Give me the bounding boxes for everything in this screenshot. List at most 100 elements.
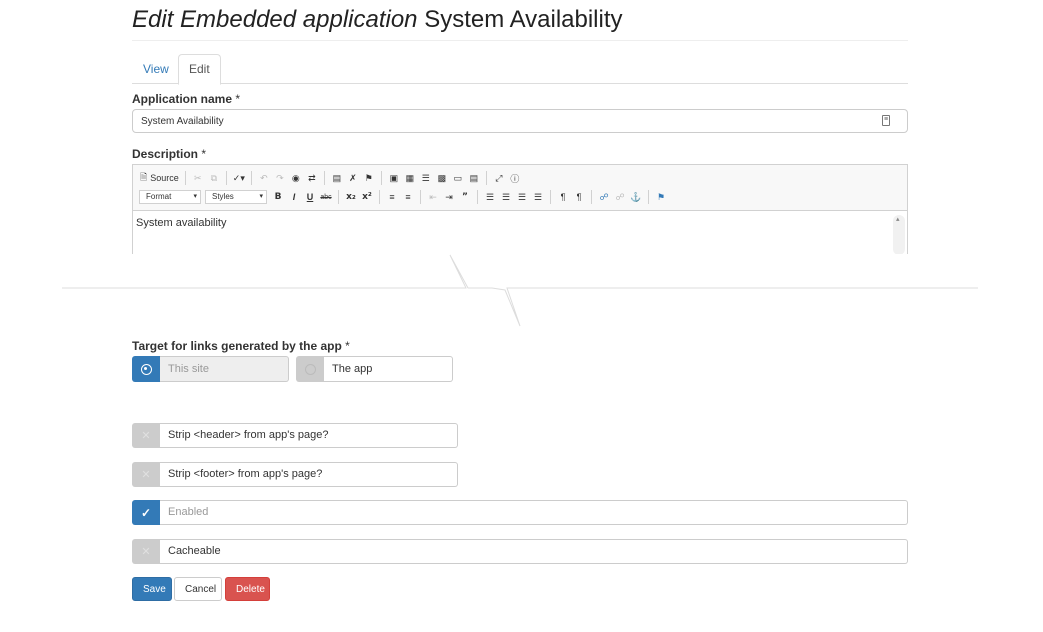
editor-scrollbar[interactable]: [893, 215, 905, 254]
superscript-icon[interactable]: x²: [360, 189, 374, 205]
toolbar-separator: [380, 171, 382, 185]
toolbar-separator: [338, 190, 339, 204]
blockquote-icon[interactable]: ”: [458, 189, 472, 205]
anchor-icon[interactable]: ⚓: [629, 189, 643, 205]
editor-content[interactable]: System availability: [133, 212, 907, 254]
app-name-label: Application name *: [132, 92, 240, 106]
about-icon[interactable]: ⓘ: [508, 170, 522, 186]
tab-view[interactable]: View: [132, 54, 180, 85]
unchecked-x-icon: ✕: [141, 469, 151, 481]
unlink-icon[interactable]: ☍: [613, 189, 627, 205]
remove-format-icon[interactable]: ✗: [346, 170, 360, 186]
source-icon: 🗎: [140, 172, 148, 182]
toolbar-row-1: 🗎 Source ✂ ⧉ ✓▾ ↶ ↷ ◉ ⇄ ▤ ✗ ⚑ ▣ ▦ ☰ ▩ ▭ …: [139, 170, 522, 186]
page-title-action: Edit Embedded application: [132, 6, 418, 33]
toolbar-separator: [591, 190, 592, 204]
copy-icon[interactable]: ⧉: [207, 170, 221, 186]
app-name-input[interactable]: [132, 109, 908, 133]
link-target-label-text: Target for links generated by the app: [132, 339, 342, 353]
checkbox-enabled[interactable]: ✓ Enabled: [132, 500, 908, 525]
cancel-button[interactable]: Cancel: [174, 577, 222, 601]
app-name-label-text: Application name: [132, 92, 233, 106]
checkbox-label: Enabled: [160, 500, 908, 525]
radio-label: The app: [324, 356, 453, 382]
radio-button[interactable]: [296, 356, 324, 382]
replace-icon[interactable]: ⇄: [305, 170, 319, 186]
source-button[interactable]: 🗎 Source: [139, 170, 180, 186]
bold-icon[interactable]: B: [271, 189, 285, 205]
toolbar-separator: [648, 190, 649, 204]
required-marker: *: [345, 339, 350, 353]
checkbox[interactable]: ✓: [132, 500, 160, 525]
anchor-flag-icon[interactable]: ⚑: [362, 170, 376, 186]
toolbar-separator: [550, 190, 551, 204]
toolbar-separator: [485, 171, 487, 185]
toolbar-separator: [225, 171, 227, 185]
unchecked-x-icon: ✕: [141, 430, 151, 442]
strikethrough-icon[interactable]: abc: [319, 189, 333, 205]
toolbar-separator: [477, 190, 478, 204]
link-target-label: Target for links generated by the app *: [132, 339, 350, 353]
toolbar-separator: [323, 171, 325, 185]
checkbox[interactable]: ✕: [132, 539, 160, 564]
autofill-icon: ≡: [882, 115, 890, 126]
link-icon[interactable]: ☍: [597, 189, 611, 205]
special-char-icon[interactable]: ▩: [435, 170, 449, 186]
tab-edit[interactable]: Edit: [178, 54, 221, 85]
rich-text-editor: 🗎 Source ✂ ⧉ ✓▾ ↶ ↷ ◉ ⇄ ▤ ✗ ⚑ ▣ ▦ ☰ ▩ ▭ …: [132, 164, 908, 254]
outdent-icon[interactable]: ⇤: [426, 189, 440, 205]
toolbar-separator: [184, 171, 186, 185]
toolbar-separator: [250, 171, 252, 185]
radio-selected-icon: [140, 363, 152, 375]
underline-icon[interactable]: U: [303, 189, 317, 205]
checkbox[interactable]: ✕: [132, 423, 160, 448]
checkbox-strip-header[interactable]: ✕ Strip <header> from app's page?: [132, 423, 458, 448]
numbered-list-icon[interactable]: ≡: [385, 189, 399, 205]
format-dropdown[interactable]: Format: [139, 190, 201, 204]
image-icon[interactable]: ▣: [387, 170, 401, 186]
checkbox[interactable]: ✕: [132, 462, 160, 487]
maximize-icon[interactable]: ⤢: [492, 170, 506, 186]
align-right-icon[interactable]: ☰: [515, 189, 529, 205]
flag-icon[interactable]: ⚑: [654, 189, 668, 205]
cut-icon[interactable]: ✂: [191, 170, 205, 186]
spellcheck-icon[interactable]: ✓▾: [232, 170, 246, 186]
iframe-icon[interactable]: ▭: [451, 170, 465, 186]
page-break-icon[interactable]: ▤: [467, 170, 481, 186]
tab-bar: View Edit: [132, 54, 908, 85]
source-button-label: Source: [150, 173, 179, 183]
description-label: Description *: [132, 147, 206, 161]
radio-this-site[interactable]: This site: [132, 356, 289, 382]
table-icon[interactable]: ▦: [403, 170, 417, 186]
subscript-icon[interactable]: x₂: [344, 189, 358, 205]
screenshot-cut-divider: [62, 254, 978, 327]
editor-toolbar: 🗎 Source ✂ ⧉ ✓▾ ↶ ↷ ◉ ⇄ ▤ ✗ ⚑ ▣ ▦ ☰ ▩ ▭ …: [133, 165, 907, 211]
undo-icon[interactable]: ↶: [257, 170, 271, 186]
checkbox-strip-footer[interactable]: ✕ Strip <footer> from app's page?: [132, 462, 458, 487]
required-marker: *: [235, 92, 241, 106]
ltr-icon[interactable]: ¶: [556, 189, 570, 205]
italic-icon[interactable]: I: [287, 189, 301, 205]
redo-icon[interactable]: ↷: [273, 170, 287, 186]
align-justify-icon[interactable]: ☰: [531, 189, 545, 205]
find-icon[interactable]: ◉: [289, 170, 303, 186]
horizontal-rule-icon[interactable]: ☰: [419, 170, 433, 186]
radio-the-app[interactable]: The app: [296, 356, 453, 382]
align-center-icon[interactable]: ☰: [499, 189, 513, 205]
bulleted-list-icon[interactable]: ≡: [401, 189, 415, 205]
rtl-icon[interactable]: ¶: [572, 189, 586, 205]
select-all-icon[interactable]: ▤: [330, 170, 344, 186]
indent-icon[interactable]: ⇥: [442, 189, 456, 205]
toolbar-row-2: Format Styles B I U abc x₂ x² ≡ ≡ ⇤ ⇥ ” …: [139, 189, 668, 205]
delete-button[interactable]: Delete: [225, 577, 270, 601]
align-left-icon[interactable]: ☰: [483, 189, 497, 205]
checkbox-cacheable[interactable]: ✕ Cacheable: [132, 539, 908, 564]
save-button[interactable]: Save: [132, 577, 172, 601]
toolbar-separator: [420, 190, 421, 204]
checkmark-icon: ✓: [140, 505, 152, 520]
required-marker: *: [201, 147, 207, 161]
unchecked-x-icon: ✕: [141, 546, 151, 558]
styles-dropdown[interactable]: Styles: [205, 190, 267, 204]
radio-button[interactable]: [132, 356, 160, 382]
toolbar-separator: [379, 190, 380, 204]
